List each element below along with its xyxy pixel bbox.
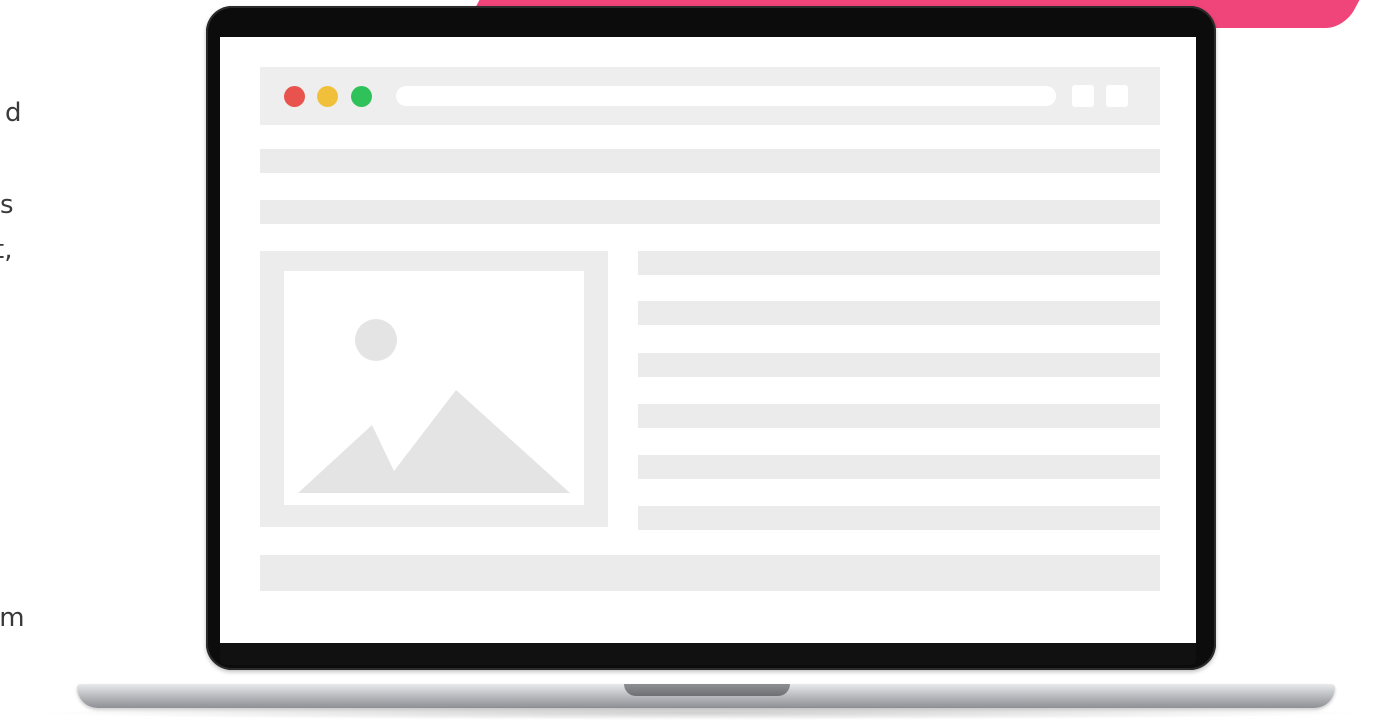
wireframe-line-header xyxy=(260,149,1160,173)
wireframe-text-line-4 xyxy=(638,404,1160,428)
close-dot-icon[interactable] xyxy=(284,86,305,107)
left-fragment-2: s xyxy=(0,190,14,220)
laptop-base-notch xyxy=(624,684,790,696)
wireframe-text-line-2 xyxy=(638,301,1160,325)
laptop-screen xyxy=(220,37,1196,643)
wireframe-text-line-1 xyxy=(638,251,1160,275)
laptop-bezel-bottom xyxy=(220,643,1196,665)
toolbar-square-2-icon[interactable] xyxy=(1106,85,1128,107)
wireframe-text-line-6 xyxy=(638,506,1160,530)
left-text-column: d s t, ım xyxy=(0,0,90,723)
laptop-shadow xyxy=(30,706,1370,720)
address-bar[interactable] xyxy=(396,86,1056,106)
wireframe-text-line-3 xyxy=(638,353,1160,377)
left-fragment-1: d xyxy=(5,98,22,128)
minimize-dot-icon[interactable] xyxy=(317,86,338,107)
left-fragment-4: ım xyxy=(0,603,25,633)
image-mountain-sun-icon xyxy=(298,319,570,493)
maximize-dot-icon[interactable] xyxy=(351,86,372,107)
toolbar-square-1-icon[interactable] xyxy=(1072,85,1094,107)
wireframe-line-subheader xyxy=(260,200,1160,224)
left-fragment-3: t, xyxy=(0,235,13,265)
wireframe-text-line-5 xyxy=(638,455,1160,479)
image-placeholder-icon xyxy=(284,271,584,505)
wireframe-footer-bar xyxy=(260,555,1160,591)
